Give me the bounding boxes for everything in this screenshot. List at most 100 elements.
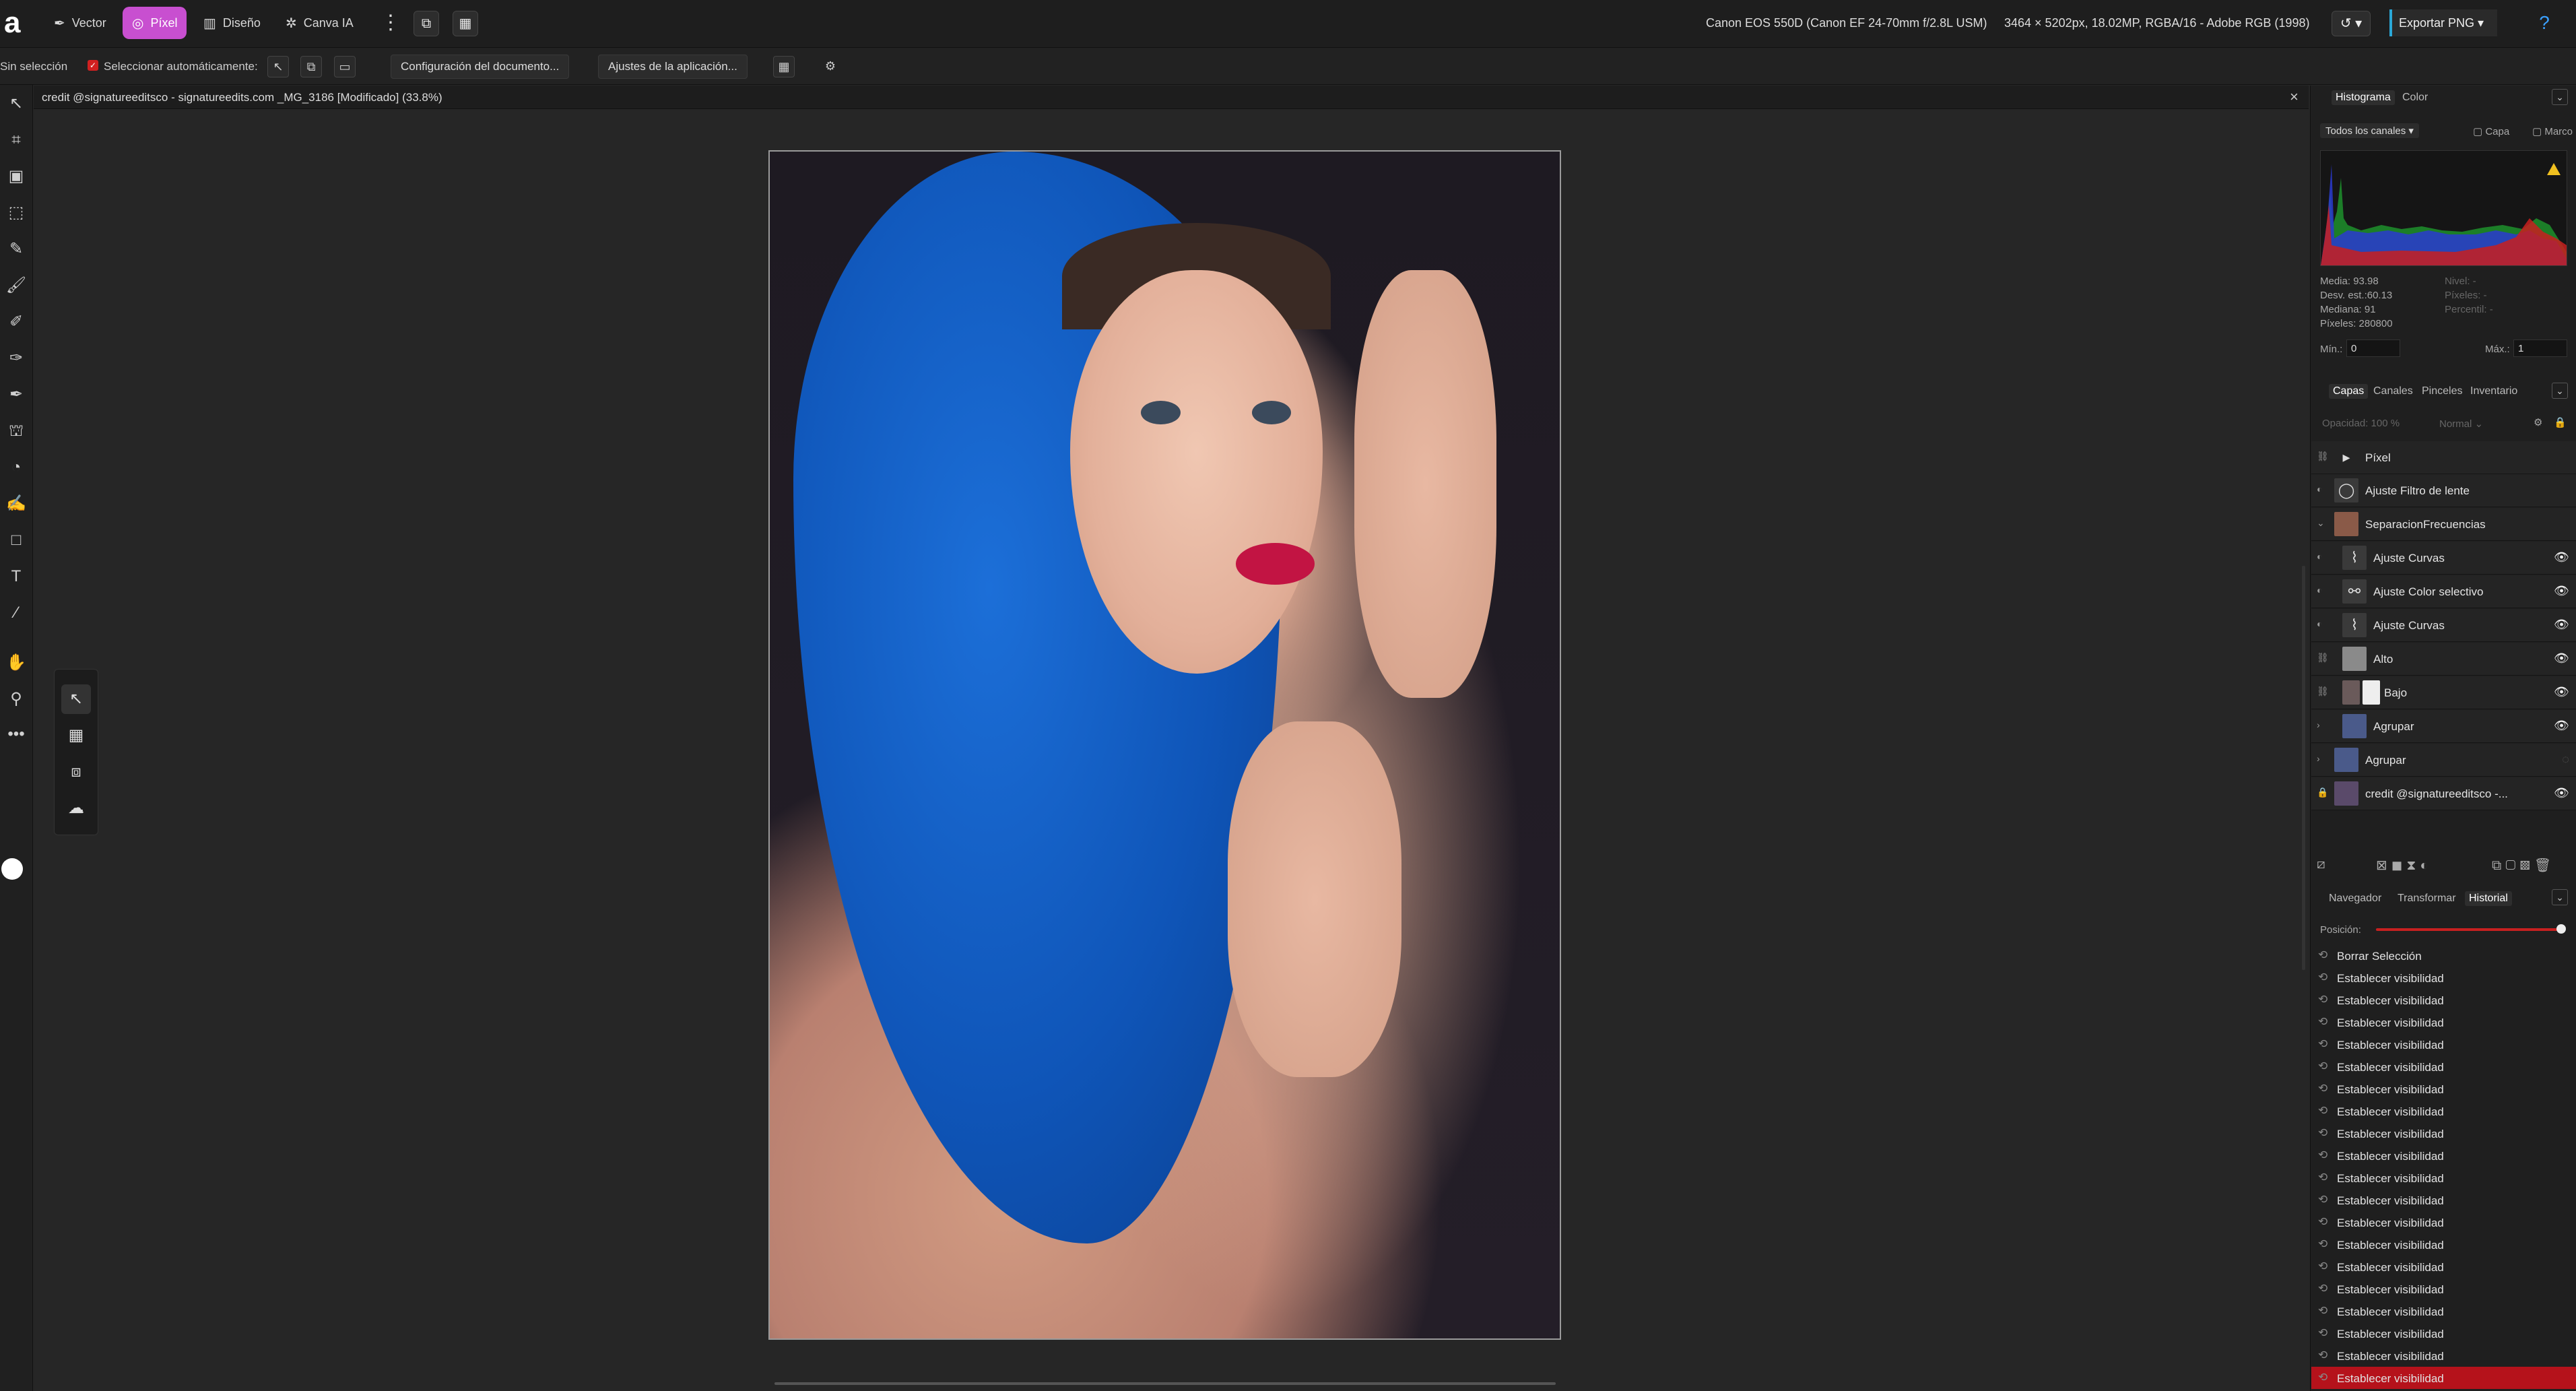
history-item[interactable]: ⟲ Establecer visibilidad	[2311, 967, 2576, 989]
tab-navigator[interactable]: Navegador	[2329, 893, 2381, 905]
marquee-select-icon[interactable]: ▣	[3, 163, 30, 190]
eye-hidden-icon[interactable]: ◌	[2562, 752, 2569, 767]
tab-stock[interactable]: Inventario	[2470, 385, 2517, 397]
layer-fx-icons[interactable]: ⊠◼⧗◐	[2376, 857, 2432, 874]
history-item[interactable]: ⟲ Establecer visibilidad	[2311, 1078, 2576, 1100]
history-item[interactable]: ⟲ Establecer visibilidad	[2311, 1367, 2576, 1389]
history-item[interactable]: ⟲ Establecer visibilidad	[2311, 1011, 2576, 1033]
history-item[interactable]: ⟲ Borrar Selección	[2311, 944, 2576, 967]
select-pointer-icon[interactable]: ↖	[267, 56, 289, 77]
layer-row[interactable]: ◐ ⚯ Ajuste Color selectivo 👁	[2311, 575, 2576, 608]
inpainting-icon[interactable]: ◔	[3, 454, 30, 481]
shape-tool-icon[interactable]: □	[3, 527, 30, 554]
tab-color[interactable]: Color	[2402, 92, 2428, 104]
help-icon[interactable]: ?	[2531, 9, 2558, 36]
eraser-tool-icon[interactable]: ✐	[3, 309, 30, 335]
tab-transform[interactable]: Transformar	[2398, 893, 2456, 905]
mode-pixel[interactable]: ◎ Píxel	[123, 7, 187, 39]
more-menu-icon[interactable]: ⋮	[381, 9, 401, 36]
tab-channels[interactable]: Canales	[2373, 385, 2413, 397]
pen-tool-icon[interactable]: ✍	[3, 490, 30, 517]
layer-row[interactable]: › Agrupar ◌	[2311, 744, 2576, 777]
mode-canva-ai[interactable]: ✲ Canva IA	[276, 7, 363, 39]
tab-histogram[interactable]: Histograma	[2332, 90, 2395, 105]
history-item[interactable]: ⟲ Establecer visibilidad	[2311, 1211, 2576, 1233]
opacity-control[interactable]: Opacidad: 100 %	[2322, 418, 2400, 429]
color-swatch[interactable]	[1, 858, 23, 880]
layer-row[interactable]: 🔒 credit @signatureeditsco -... 👁	[2311, 777, 2576, 810]
vertical-scrollbar[interactable]	[2302, 566, 2305, 970]
eye-icon[interactable]: 👁	[2554, 719, 2569, 733]
perspective-icon[interactable]: ⧈	[61, 757, 91, 787]
selection-brush-icon[interactable]: ✎	[3, 236, 30, 263]
auto-select-checkbox[interactable]: ✓	[88, 60, 98, 71]
history-item[interactable]: ⟲ Establecer visibilidad	[2311, 1278, 2576, 1300]
select-overlap-icon[interactable]: ⧉	[300, 56, 322, 77]
app-settings-button[interactable]: Ajustes de la aplicación...	[598, 55, 748, 79]
blend-mode-select[interactable]: Normal ⌄	[2439, 418, 2483, 430]
collapse-history-icon[interactable]: ⌄	[2552, 889, 2568, 905]
layer-actions-icons[interactable]: ⧉▢▩🗑	[2492, 857, 2555, 874]
gear-icon[interactable]: ⚙	[820, 56, 840, 76]
layer-row[interactable]: ◐ ⌇ Ajuste Curvas 👁	[2311, 609, 2576, 642]
grid-icon[interactable]: ▦	[773, 56, 795, 77]
collapse-histogram-icon[interactable]: ⌄	[2552, 89, 2568, 105]
max-input[interactable]: 1	[2513, 339, 2567, 357]
history-item[interactable]: ⟲ Establecer visibilidad	[2311, 1189, 2576, 1211]
brush-tool-icon[interactable]: 🖌	[3, 272, 30, 299]
layer-props-icon[interactable]: ⧄	[2317, 857, 2325, 872]
move-tool-icon[interactable]: ↖	[3, 90, 30, 117]
frame-option[interactable]: ▢ Marco	[2532, 125, 2573, 137]
tab-brushes[interactable]: Pinceles	[2422, 385, 2462, 397]
photo-canvas[interactable]	[768, 150, 1561, 1340]
dodge-tool-icon[interactable]: ✒	[3, 381, 30, 408]
layer-settings-icon[interactable]: ⚙	[2534, 416, 2542, 428]
clone-stamp-icon[interactable]: ⛫	[3, 418, 30, 445]
close-document-icon[interactable]: ×	[2290, 88, 2299, 106]
affinity-logo-icon[interactable]: a	[4, 8, 31, 38]
document-settings-button[interactable]: Configuración del documento...	[391, 55, 570, 79]
history-item[interactable]: ⟲ Establecer visibilidad	[2311, 1144, 2576, 1167]
export-button[interactable]: Exportar PNG ▾	[2389, 9, 2497, 36]
history-item[interactable]: ⟲ Establecer visibilidad	[2311, 1122, 2576, 1144]
zoom-tool-icon[interactable]: ⚲	[3, 686, 30, 713]
tab-history[interactable]: Historial	[2465, 891, 2512, 906]
history-item[interactable]: ⟲ Establecer visibilidad	[2311, 1167, 2576, 1189]
eye-icon[interactable]: 👁	[2554, 685, 2569, 699]
document-tab[interactable]: credit @signatureeditsco - signatureedit…	[34, 86, 2309, 109]
eye-icon[interactable]: 👁	[2554, 786, 2569, 800]
layer-row[interactable]: ⛓ Alto 👁	[2311, 643, 2576, 676]
horizontal-scrollbar[interactable]	[774, 1382, 1556, 1385]
history-item[interactable]: ⟲ Establecer visibilidad	[2311, 1233, 2576, 1256]
rect-select-icon[interactable]: ⬚	[3, 199, 30, 226]
channel-select[interactable]: Todos los canales ▾	[2320, 123, 2419, 138]
eye-icon[interactable]: 👁	[2554, 651, 2569, 666]
history-item[interactable]: ⟲ Establecer visibilidad	[2311, 1056, 2576, 1078]
more-tools-icon[interactable]: •••	[3, 721, 30, 748]
studio-link-icon[interactable]: ⧉	[414, 11, 439, 36]
layer-option[interactable]: ▢ Capa	[2473, 125, 2509, 137]
liquify-icon[interactable]: ☁	[61, 794, 91, 823]
snapping-icon[interactable]: ↺ ▾	[2332, 11, 2371, 36]
crop-tool-icon[interactable]: ⌗	[3, 127, 30, 154]
eye-icon[interactable]: 👁	[2554, 550, 2569, 564]
mode-vector[interactable]: ✒ Vector	[44, 7, 116, 39]
mesh-warp-icon[interactable]: ▦	[61, 721, 91, 750]
history-position-knob[interactable]	[2556, 924, 2566, 934]
select-artboard-icon[interactable]: ▭	[334, 56, 356, 77]
history-item[interactable]: ⟲ Establecer visibilidad	[2311, 1256, 2576, 1278]
collapse-layers-icon[interactable]: ⌄	[2552, 383, 2568, 399]
history-item[interactable]: ⟲ Establecer visibilidad	[2311, 1300, 2576, 1322]
grid-apps-icon[interactable]: ▦	[453, 11, 478, 36]
layer-row[interactable]: ⌄ SeparacionFrecuencias	[2311, 508, 2576, 541]
layer-row[interactable]: ⛓ ▸ Píxel	[2311, 441, 2576, 474]
color-picker-icon[interactable]: ⁄	[3, 600, 30, 626]
eye-icon[interactable]: 👁	[2554, 584, 2569, 598]
history-item[interactable]: ⟲ Establecer visibilidad	[2311, 1345, 2576, 1367]
layer-row[interactable]: ◐ ⌇ Ajuste Curvas 👁	[2311, 542, 2576, 575]
layer-row[interactable]: ⛓ Bajo 👁	[2311, 676, 2576, 709]
history-item[interactable]: ⟲ Establecer visibilidad	[2311, 1100, 2576, 1122]
history-position-slider[interactable]	[2376, 928, 2562, 931]
history-item[interactable]: ⟲ Establecer visibilidad	[2311, 1033, 2576, 1056]
hand-tool-icon[interactable]: ✋	[3, 649, 30, 676]
